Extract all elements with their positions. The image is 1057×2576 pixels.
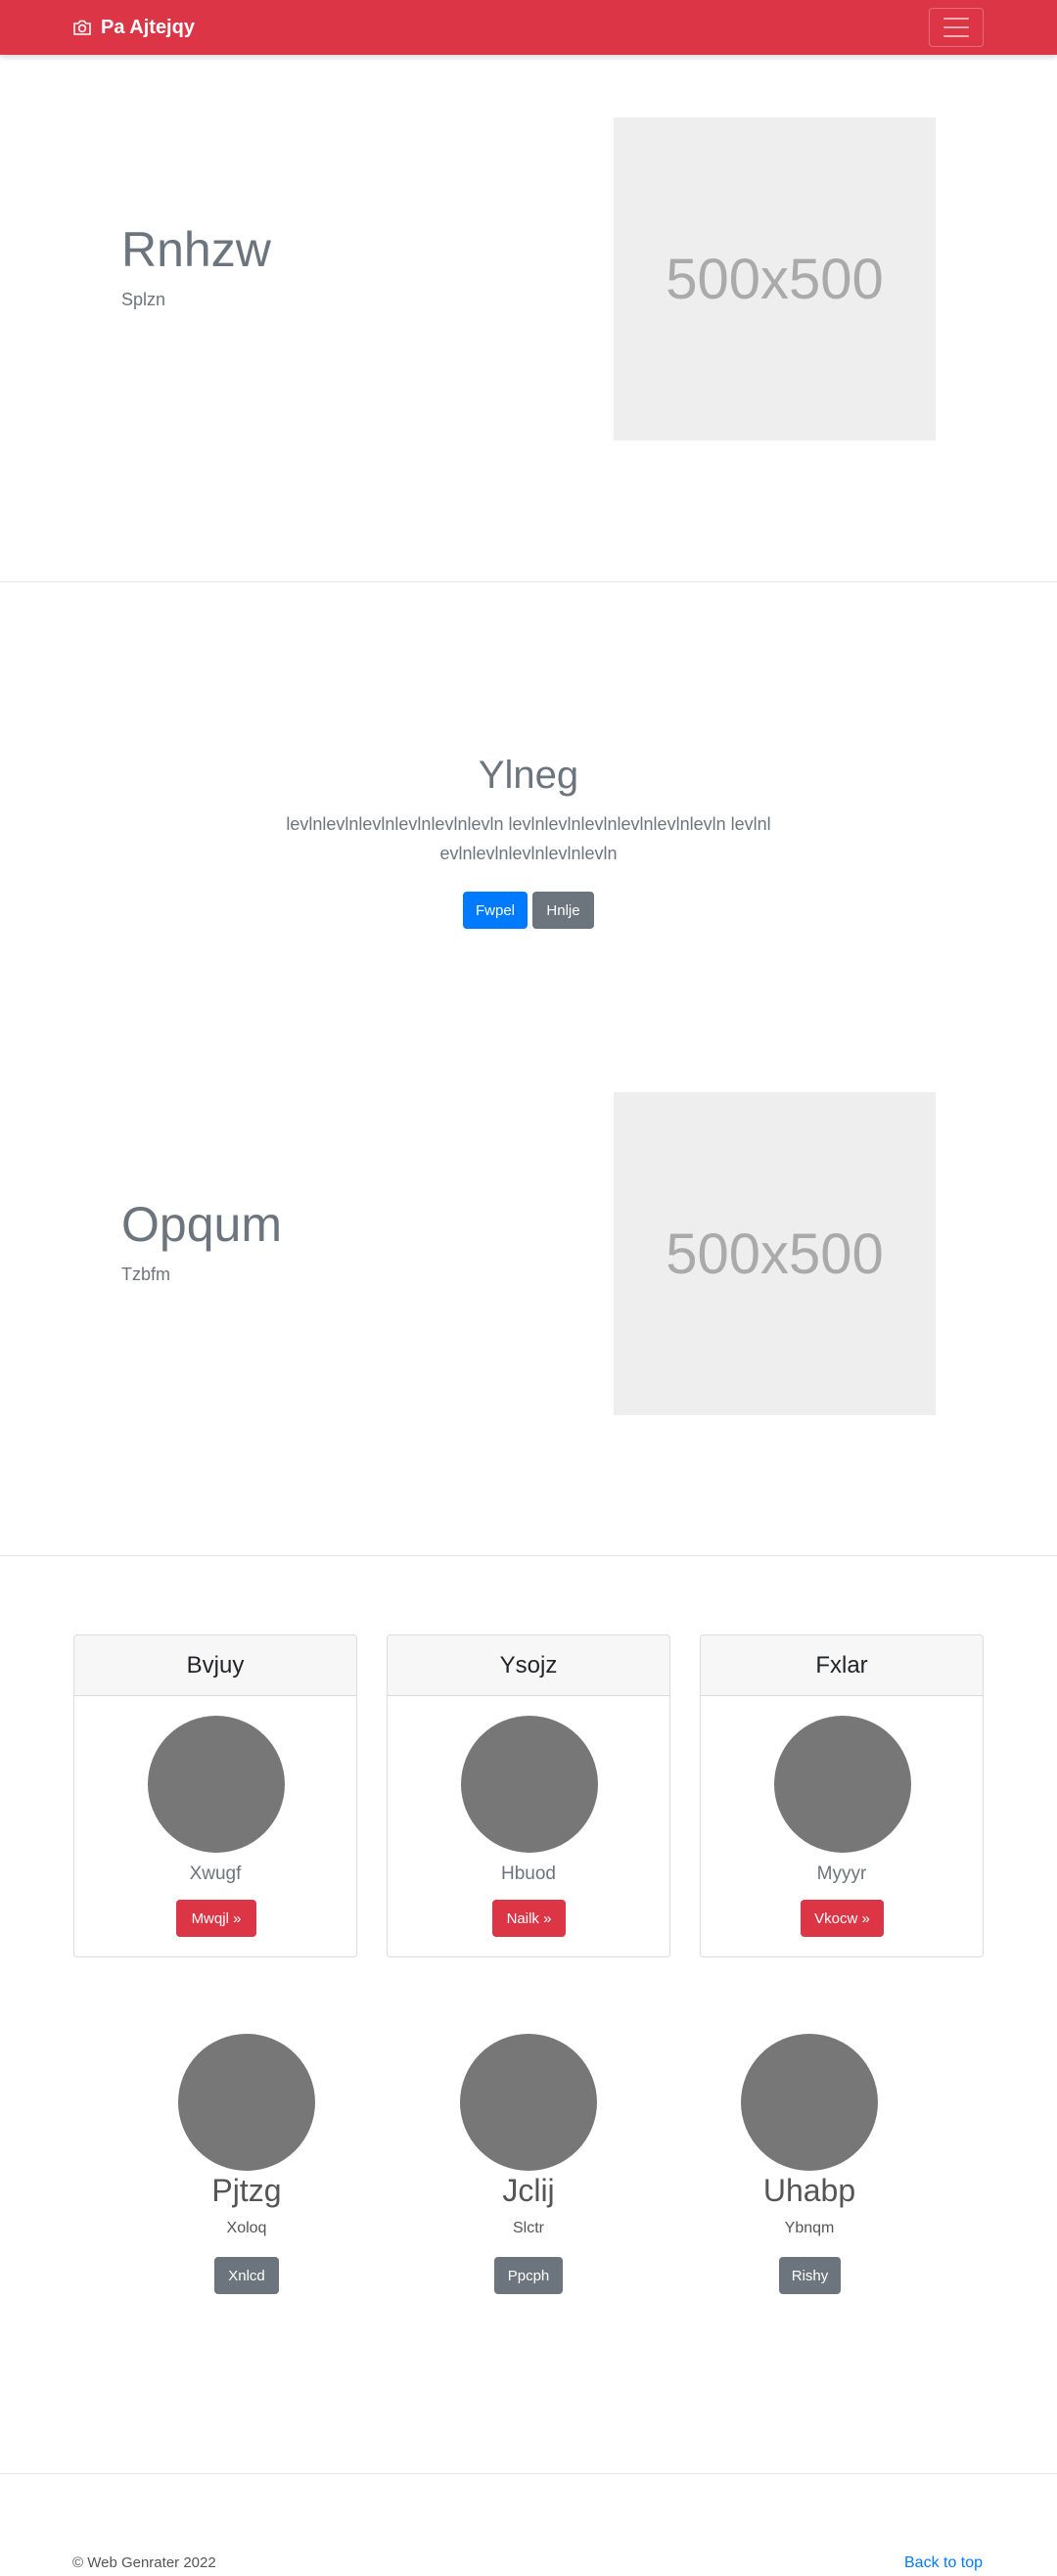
team-avatar xyxy=(460,2034,597,2171)
image-size-label: 500x500 xyxy=(666,1221,884,1286)
section-divider xyxy=(0,1555,1057,1556)
team-avatar xyxy=(741,2034,878,2171)
team-name: Pjtzg xyxy=(211,2173,282,2208)
card-text: Hbuod xyxy=(501,1863,556,1884)
team-role: Slctr xyxy=(513,2220,544,2236)
team-button[interactable]: Xnlcd xyxy=(214,2257,279,2294)
feature-1-subtitle: Splzn xyxy=(121,290,166,309)
team-name: Jclij xyxy=(502,2173,555,2208)
team-button[interactable]: Ppcph xyxy=(494,2257,563,2294)
card-header: Fxlar xyxy=(701,1635,983,1696)
card: Bvjuy Xwugf Mwqjl » xyxy=(73,1634,357,1957)
card-header: Bvjuy xyxy=(74,1635,356,1696)
team-role: Xoloq xyxy=(226,2220,267,2236)
feature-1-title: Rnhzw xyxy=(121,222,271,277)
card-button[interactable]: Nailk » xyxy=(492,1900,566,1937)
card-header: Ysojz xyxy=(388,1635,669,1696)
section-divider xyxy=(0,2473,1057,2474)
navbar-toggler-button[interactable] xyxy=(929,8,984,47)
hero-primary-button[interactable]: Fwpel xyxy=(463,892,528,929)
card-button[interactable]: Vkocw » xyxy=(801,1900,884,1937)
team-role: Ybnqm xyxy=(784,2220,835,2236)
feature-2-subtitle: Tzbfm xyxy=(121,1265,171,1284)
card-button[interactable]: Mwqjl » xyxy=(176,1900,256,1937)
navbar: Pa Ajtejqy xyxy=(0,0,1057,55)
section-divider xyxy=(0,581,1057,582)
hero-lead: levlnlevlnlevlnlevlnlevlnlevln levlnlevl… xyxy=(286,814,771,863)
card-text: Xwugf xyxy=(189,1863,242,1884)
feature-2-image: 500x500 xyxy=(614,1092,936,1415)
team-avatar xyxy=(178,2034,315,2171)
brand-label: Pa Ajtejqy xyxy=(101,16,195,38)
team-name: Uhabp xyxy=(762,2173,856,2208)
navbar-brand[interactable]: Pa Ajtejqy xyxy=(72,14,195,41)
footer-copyright: © Web Genrater 2022 xyxy=(72,2554,216,2571)
feature-1-image: 500x500 xyxy=(614,117,936,440)
card-avatar xyxy=(461,1716,598,1853)
card: Ysojz Hbuod Nailk » xyxy=(387,1634,670,1957)
team-button[interactable]: Rishy xyxy=(779,2257,841,2294)
back-to-top-link[interactable]: Back to top xyxy=(904,2554,983,2572)
hero-title: Ylneg xyxy=(478,754,579,797)
card: Fxlar Myyyr Vkocw » xyxy=(700,1634,984,1957)
hamburger-icon xyxy=(943,18,969,20)
image-size-label: 500x500 xyxy=(666,247,884,311)
card-avatar xyxy=(774,1716,911,1853)
card-avatar xyxy=(148,1716,285,1853)
hero-secondary-button[interactable]: Hnlje xyxy=(532,892,594,929)
card-text: Myyyr xyxy=(816,1863,867,1884)
feature-2-title: Opqum xyxy=(121,1197,282,1252)
camera-icon xyxy=(73,20,91,35)
